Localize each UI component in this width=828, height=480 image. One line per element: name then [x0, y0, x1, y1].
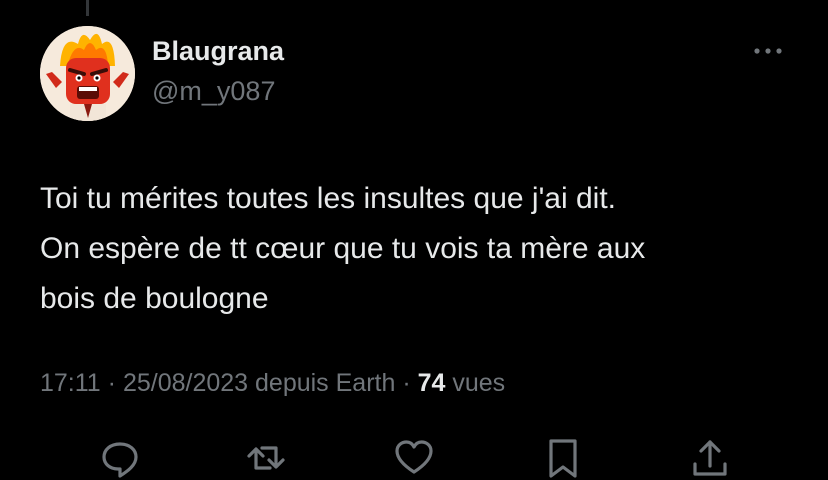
more-horizontal-icon [754, 48, 782, 54]
bookmark-icon [549, 439, 577, 478]
meta-separator: · [100, 369, 123, 397]
avatar[interactable] [40, 26, 135, 121]
retweet-button[interactable] [244, 436, 288, 480]
share-icon [693, 440, 727, 476]
tweet-text-line: On espère de tt cœur que tu vois ta mère… [40, 232, 646, 265]
tweet-text-line: Toi tu mérites toutes les insultes que j… [40, 182, 617, 215]
retweet-icon [247, 446, 285, 470]
reply-icon [102, 442, 138, 478]
meta-separator: · [395, 369, 418, 397]
reply-button[interactable] [98, 436, 142, 480]
avatar-image [40, 26, 135, 121]
tweet-text-line: bois de boulogne [40, 282, 269, 315]
tweet-date[interactable]: 25/08/2023 [123, 369, 248, 397]
like-button[interactable] [392, 436, 436, 480]
display-name[interactable]: Blaugrana [152, 36, 284, 67]
thread-connector-line [86, 0, 89, 16]
share-button[interactable] [688, 436, 732, 480]
tweet-source: depuis Earth [255, 369, 396, 397]
more-options-button[interactable] [748, 36, 788, 66]
bookmark-button[interactable] [541, 436, 585, 480]
heart-icon [395, 440, 433, 474]
tweet-time[interactable]: 17:11 [40, 369, 101, 397]
tweet-text: Toi tu mérites toutes les insultes que j… [40, 174, 800, 324]
user-handle[interactable]: @m_y087 [152, 76, 275, 107]
views-label: vues [452, 369, 506, 397]
views-count[interactable]: 74 [418, 369, 446, 397]
tweet-metadata: 17:11 · 25/08/2023 depuis Earth · 74 vue… [40, 369, 505, 398]
